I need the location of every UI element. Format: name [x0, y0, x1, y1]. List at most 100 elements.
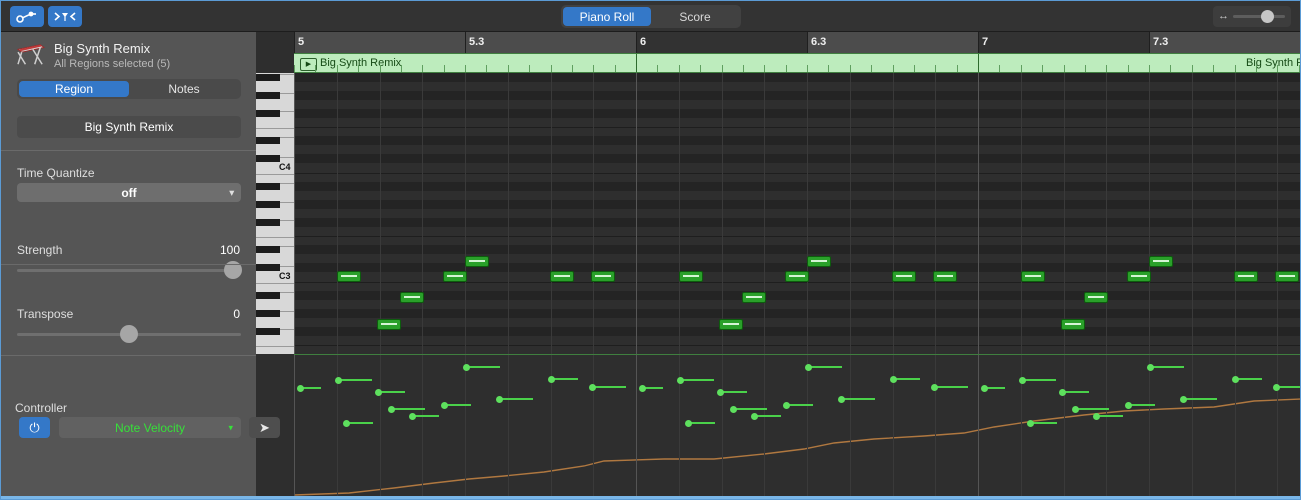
velocity-stem[interactable] [337, 379, 372, 381]
velocity-handle[interactable] [981, 385, 988, 392]
midi-note[interactable] [785, 271, 809, 282]
piano-black-key[interactable] [256, 201, 280, 208]
midi-note[interactable] [550, 271, 574, 282]
velocity-handle[interactable] [297, 385, 304, 392]
collapse-icon-button[interactable] [48, 6, 82, 27]
midi-note[interactable] [1061, 319, 1085, 330]
piano-black-key[interactable] [256, 137, 280, 144]
piano-black-key[interactable] [256, 74, 280, 81]
piano-black-key[interactable] [256, 328, 280, 335]
midi-note[interactable] [1275, 271, 1299, 282]
velocity-stem[interactable] [732, 408, 767, 410]
transpose-slider-knob[interactable] [120, 325, 138, 343]
velocity-handle[interactable] [1072, 406, 1079, 413]
midi-note[interactable] [933, 271, 957, 282]
midi-note[interactable] [1084, 292, 1108, 303]
velocity-handle[interactable] [838, 396, 845, 403]
velocity-handle[interactable] [1273, 384, 1280, 391]
region-notes-segmented-control[interactable]: Region Notes [17, 79, 241, 99]
velocity-handle[interactable] [441, 402, 448, 409]
velocity-handle[interactable] [1232, 376, 1239, 383]
controller-send-button[interactable]: ➤ [249, 417, 280, 438]
tab-notes[interactable]: Notes [129, 81, 239, 97]
velocity-handle[interactable] [890, 376, 897, 383]
velocity-handle[interactable] [1147, 364, 1154, 371]
velocity-handle[interactable] [1180, 396, 1187, 403]
midi-note[interactable] [807, 256, 831, 267]
note-grid[interactable] [294, 73, 1301, 354]
velocity-stem[interactable] [679, 379, 714, 381]
editor-mode-segmented-control[interactable]: Piano Roll Score [561, 5, 741, 28]
midi-note[interactable] [892, 271, 916, 282]
velocity-handle[interactable] [496, 396, 503, 403]
velocity-stem[interactable] [1182, 398, 1217, 400]
midi-note[interactable] [377, 319, 401, 330]
region-lane[interactable]: ▶ Big Synth Remix Big Synth R [294, 53, 1301, 73]
velocity-stem[interactable] [1149, 366, 1184, 368]
midi-note[interactable] [719, 319, 743, 330]
velocity-handle[interactable] [639, 385, 646, 392]
velocity-stem[interactable] [933, 386, 968, 388]
velocity-handle[interactable] [751, 413, 758, 420]
velocity-handle[interactable] [1027, 420, 1034, 427]
velocity-handle[interactable] [783, 402, 790, 409]
velocity-stem[interactable] [591, 386, 626, 388]
velocity-handle[interactable] [375, 389, 382, 396]
velocity-stem[interactable] [1021, 379, 1056, 381]
velocity-handle[interactable] [388, 406, 395, 413]
zoom-slider-track[interactable] [1233, 15, 1285, 18]
piano-white-key[interactable] [256, 225, 294, 239]
velocity-handle[interactable] [931, 384, 938, 391]
piano-white-key[interactable] [256, 334, 294, 348]
piano-black-key[interactable] [256, 246, 280, 253]
velocity-stem[interactable] [498, 398, 533, 400]
midi-note[interactable] [443, 271, 467, 282]
velocity-stem[interactable] [840, 398, 875, 400]
zoom-slider-knob[interactable] [1261, 10, 1274, 23]
piano-black-key[interactable] [256, 264, 280, 271]
velocity-handle[interactable] [589, 384, 596, 391]
velocity-stem[interactable] [390, 408, 425, 410]
velocity-handle[interactable] [685, 420, 692, 427]
velocity-stem[interactable] [807, 366, 842, 368]
piano-black-key[interactable] [256, 310, 280, 317]
velocity-lane[interactable] [294, 354, 1301, 500]
velocity-handle[interactable] [409, 413, 416, 420]
region-name-field[interactable]: Big Synth Remix [17, 116, 241, 138]
controller-power-button[interactable]: ⏻ [19, 417, 50, 438]
velocity-stem[interactable] [465, 366, 500, 368]
piano-black-key[interactable] [256, 155, 280, 162]
velocity-handle[interactable] [805, 364, 812, 371]
strength-slider-track[interactable] [17, 269, 241, 272]
midi-note[interactable] [465, 256, 489, 267]
piano-black-key[interactable] [256, 92, 280, 99]
tab-piano-roll[interactable]: Piano Roll [563, 7, 651, 26]
velocity-stem[interactable] [1074, 408, 1109, 410]
time-quantize-select[interactable]: off ▾ [17, 183, 241, 202]
piano-black-key[interactable] [256, 292, 280, 299]
velocity-handle[interactable] [1019, 377, 1026, 384]
velocity-handle[interactable] [1059, 389, 1066, 396]
midi-note[interactable] [1149, 256, 1173, 267]
tab-score[interactable]: Score [651, 7, 739, 26]
velocity-handle[interactable] [343, 420, 350, 427]
midi-note[interactable] [742, 292, 766, 303]
piano-black-key[interactable] [256, 183, 280, 190]
velocity-handle[interactable] [463, 364, 470, 371]
tab-region[interactable]: Region [19, 81, 129, 97]
piano-white-key[interactable] [256, 116, 294, 130]
velocity-handle[interactable] [730, 406, 737, 413]
midi-note[interactable] [1127, 271, 1151, 282]
piano-black-key[interactable] [256, 219, 280, 226]
piano-black-key[interactable] [256, 110, 280, 117]
velocity-handle[interactable] [548, 376, 555, 383]
velocity-handle[interactable] [1125, 402, 1132, 409]
midi-note[interactable] [400, 292, 424, 303]
midi-note[interactable] [1234, 271, 1258, 282]
midi-note[interactable] [679, 271, 703, 282]
midi-note[interactable] [591, 271, 615, 282]
midi-note[interactable] [337, 271, 361, 282]
velocity-handle[interactable] [335, 377, 342, 384]
controller-select[interactable]: Note Velocity ▾ [59, 417, 241, 438]
velocity-handle[interactable] [677, 377, 684, 384]
